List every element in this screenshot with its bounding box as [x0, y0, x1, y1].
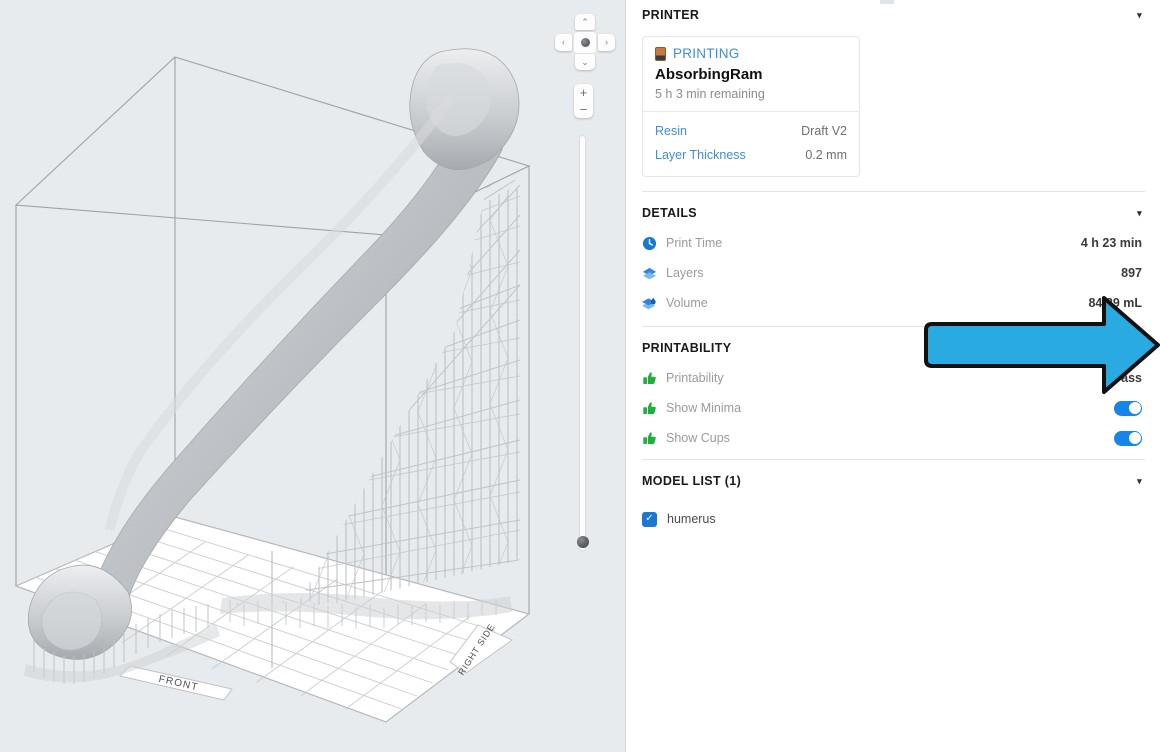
- toggle-knob: [1128, 432, 1141, 444]
- reset-view-button[interactable]: [574, 32, 596, 53]
- slicer-application: FRONT RIGHT SIDE ⌃ ‹ › ⌄ + − PRINTER ▾ P…: [0, 0, 1160, 752]
- pan-down-button[interactable]: ⌄: [575, 54, 595, 70]
- details-section-header[interactable]: DETAILS ▾: [627, 198, 1160, 228]
- screenshot-edge-fragment: [880, 0, 894, 4]
- printer-card-settings: Resin Draft V2 Layer Thickness 0.2 mm: [643, 111, 859, 176]
- layer-slider-track[interactable]: [580, 136, 585, 550]
- zoom-in-button[interactable]: +: [574, 84, 593, 101]
- print-time-value: 4 h 23 min: [1080, 236, 1142, 250]
- model-list-section-title: MODEL LIST (1): [642, 474, 742, 488]
- printer-icon: [655, 46, 666, 61]
- resin-label: Resin: [655, 124, 687, 138]
- print-time-remaining: 5 h 3 min remaining: [655, 87, 765, 101]
- printer-status-text: PRINTING: [673, 46, 740, 61]
- model-list-section-header[interactable]: MODEL LIST (1) ▾: [627, 466, 1160, 496]
- layer-thickness-value: 0.2 mm: [805, 148, 847, 162]
- pan-up-button[interactable]: ⌃: [575, 14, 595, 30]
- printer-section-title: PRINTER: [642, 8, 700, 22]
- layer-thickness-row[interactable]: Layer Thickness 0.2 mm: [655, 143, 847, 167]
- thumbs-up-icon: [642, 431, 657, 446]
- thumbs-up-icon: [642, 401, 657, 416]
- chevron-down-icon[interactable]: ▾: [1137, 208, 1142, 218]
- chevron-down-icon[interactable]: ▾: [1137, 476, 1142, 486]
- show-cups-row: Show Cups: [627, 423, 1160, 453]
- printer-card-top: PRINTING AbsorbingRam 5 h 3 min remainin…: [643, 37, 859, 111]
- orbit-center-icon: [580, 38, 590, 47]
- pan-left-button[interactable]: ‹: [555, 34, 572, 51]
- layer-slider[interactable]: [577, 136, 589, 550]
- plate-label-front: FRONT: [119, 665, 233, 701]
- show-minima-label: Show Minima: [666, 401, 742, 415]
- resin-row[interactable]: Resin Draft V2: [655, 119, 847, 143]
- blue-right-arrow: [918, 288, 1160, 403]
- layers-label: Layers: [666, 266, 704, 280]
- chevron-down-icon[interactable]: ▾: [1137, 10, 1142, 20]
- print-time-label: Print Time: [666, 236, 723, 250]
- layer-slider-handle[interactable]: [577, 536, 589, 548]
- layer-thickness-label: Layer Thickness: [655, 148, 746, 162]
- zoom-controls[interactable]: + −: [574, 84, 593, 118]
- 3d-scene: FRONT RIGHT SIDE: [14, 48, 531, 723]
- details-section-title: DETAILS: [642, 206, 697, 220]
- model-name: humerus: [667, 512, 716, 526]
- resin-value: Draft V2: [801, 124, 847, 138]
- model-checkbox[interactable]: ✓: [642, 511, 657, 527]
- printer-section-header[interactable]: PRINTER ▾: [627, 0, 1160, 30]
- list-item[interactable]: ✓ humerus: [627, 504, 1160, 534]
- show-cups-toggle[interactable]: [1114, 430, 1142, 446]
- print-time-row: Print Time 4 h 23 min: [627, 228, 1160, 258]
- print-job-name: AbsorbingRam: [655, 66, 763, 83]
- printer-status-card[interactable]: PRINTING AbsorbingRam 5 h 3 min remainin…: [642, 36, 860, 177]
- section-divider: [642, 191, 1145, 192]
- 3d-build-viewport[interactable]: FRONT RIGHT SIDE ⌃ ‹ › ⌄ + −: [0, 0, 626, 752]
- pan-right-button[interactable]: ›: [598, 34, 615, 51]
- section-divider: [642, 459, 1145, 460]
- layers-value: 897: [1121, 266, 1142, 280]
- toggle-knob: [1128, 402, 1141, 414]
- layers-icon: [642, 266, 657, 281]
- layers-row: Layers 897: [627, 258, 1160, 288]
- show-cups-label: Show Cups: [666, 431, 730, 445]
- zoom-out-button[interactable]: −: [574, 101, 593, 118]
- printer-status-row: PRINTING: [655, 46, 847, 61]
- clock-icon: [642, 236, 657, 251]
- thumbs-up-icon: [642, 371, 657, 386]
- volume-icon: [642, 296, 657, 311]
- navigation-gizmo[interactable]: ⌃ ‹ › ⌄: [555, 14, 615, 70]
